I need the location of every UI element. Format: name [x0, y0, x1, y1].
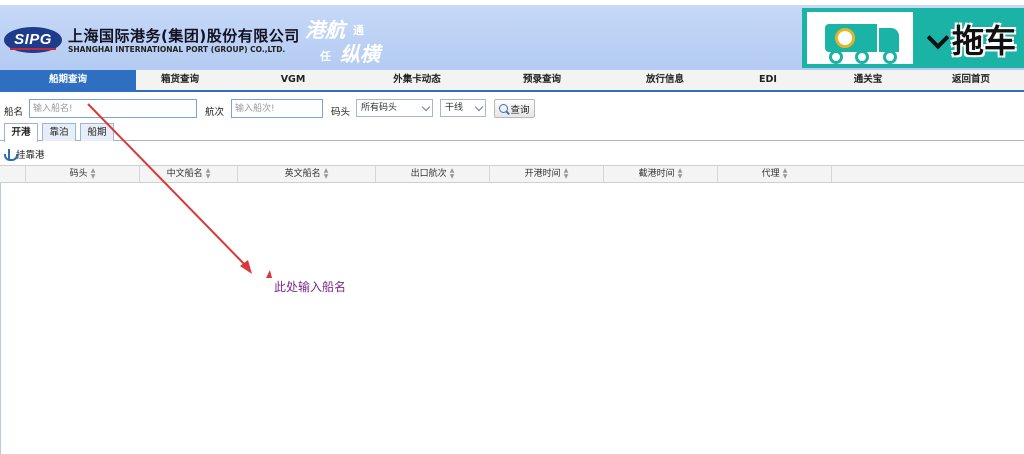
header-top-strip	[0, 0, 1024, 5]
ship-name-label: 船名	[4, 107, 24, 118]
site-header: SIPG 上海国际港务(集团)股份有限公司 SHANGHAI INTERNATI…	[0, 0, 1024, 70]
nav-item-prerecord[interactable]: 预录查询	[472, 70, 612, 90]
column-label: 码头	[69, 169, 88, 179]
anchor-icon	[4, 148, 18, 161]
banner-text: 拖车	[952, 22, 1017, 60]
line-select-value: 干线	[445, 103, 464, 113]
slogan-part-1: 港航	[305, 18, 345, 42]
slogan-part-3: 任	[320, 50, 331, 63]
main-nav: 船期查询 箱货查询 VGM 外集卡动态 预录查询 放行信息 EDI 通关宝 返回…	[0, 70, 1024, 92]
nav-item-home[interactable]: 返回首页	[918, 70, 1024, 90]
nav-item-schedule[interactable]: 船期查询	[0, 70, 136, 90]
grid-body	[0, 183, 1024, 454]
sipg-logo[interactable]: SIPG	[4, 27, 62, 53]
grid-column-terminal[interactable]: 码头 ▲ ▼	[26, 166, 140, 183]
truck-illustration	[807, 12, 913, 64]
grid-header: 码头 ▲ ▼ 中文船名 ▲ ▼ 英文船名 ▲ ▼ 出口航次 ▲ ▼ 开港时间 ▲ ▼ 截港时间 ▲ ▼ …	[0, 165, 1024, 183]
column-label: 中文船名	[166, 169, 203, 179]
slogan-part-2: 通	[353, 24, 364, 37]
company-name-en: SHANGHAI INTERNATIONAL PORT (GROUP) CO.,…	[68, 45, 286, 54]
sort-icon: ▲ ▼	[90, 166, 96, 180]
grid-column-rownum	[0, 166, 26, 183]
sort-icon: ▲ ▼	[323, 166, 329, 180]
truck-wheel-icon	[855, 50, 869, 64]
sort-icon: ▲ ▼	[677, 166, 683, 180]
tab-strip: 开港 靠泊 船期	[0, 123, 1024, 142]
nav-item-cargo[interactable]: 箱货查询	[136, 70, 224, 90]
terminal-select[interactable]: 所有码头	[356, 99, 433, 117]
sort-icon: ▲ ▼	[205, 166, 211, 180]
grid-column-en-ship[interactable]: 英文船名 ▲ ▼	[238, 166, 376, 183]
search-bar: 船名 航次 码头 所有码头 干线 查询	[0, 96, 1024, 122]
terminal-label: 码头	[331, 107, 351, 118]
truck-logo-icon	[835, 28, 855, 48]
chevron-down-icon	[421, 102, 431, 112]
grid-column-agent[interactable]: 代理 ▲ ▼	[718, 166, 832, 183]
column-label: 截港时间	[638, 169, 675, 179]
column-label: 开港时间	[524, 169, 561, 179]
grid-column-export-voyage[interactable]: 出口航次 ▲ ▼	[376, 166, 490, 183]
truck-wheel-icon	[829, 50, 843, 64]
voyage-input[interactable]	[231, 99, 323, 118]
sort-icon: ▲ ▼	[782, 166, 788, 180]
sort-icon: ▲ ▼	[449, 166, 455, 180]
page: SIPG 上海国际港务(集团)股份有限公司 SHANGHAI INTERNATI…	[0, 0, 1024, 454]
terminal-select-value: 所有码头	[361, 103, 398, 113]
slogan-part-4: 纵横	[340, 42, 380, 66]
nav-item-vgm[interactable]: VGM	[224, 70, 362, 90]
truck-ad-banner[interactable]: 拖车	[802, 8, 1024, 68]
query-button[interactable]: 查询	[494, 99, 535, 118]
grid-column-cutoff-time[interactable]: 截港时间 ▲ ▼	[604, 166, 718, 183]
grid-column-open-time[interactable]: 开港时间 ▲ ▼	[490, 166, 604, 183]
truck-wheel-icon	[883, 50, 897, 64]
ship-name-input[interactable]	[29, 99, 197, 118]
company-name-cn: 上海国际港务(集团)股份有限公司	[68, 27, 300, 45]
port-of-call-label: 挂靠港	[16, 150, 45, 161]
tab-schedule[interactable]: 船期	[80, 123, 114, 141]
column-label: 出口航次	[410, 169, 447, 179]
voyage-label: 航次	[205, 107, 225, 118]
truck-cab-shape	[879, 28, 899, 52]
chevron-down-icon	[474, 102, 484, 112]
nav-item-truck[interactable]: 外集卡动态	[362, 70, 472, 90]
column-label: 英文船名	[284, 169, 321, 179]
query-button-label: 查询	[510, 104, 530, 116]
tab-berthing[interactable]: 靠泊	[42, 123, 76, 141]
nav-item-customs[interactable]: 通关宝	[818, 70, 918, 90]
nav-item-release[interactable]: 放行信息	[612, 70, 718, 90]
port-of-call-toolbar[interactable]: 挂靠港	[4, 145, 1024, 163]
grid-column-cn-ship[interactable]: 中文船名 ▲ ▼	[140, 166, 238, 183]
line-select[interactable]: 干线	[440, 99, 486, 117]
annotation-text: 此处输入船名	[274, 280, 347, 294]
tab-open-port[interactable]: 开港	[4, 123, 38, 142]
column-label: 代理	[761, 169, 780, 179]
nav-item-edi[interactable]: EDI	[718, 70, 818, 90]
chevron-right-icon	[926, 26, 950, 50]
sort-icon: ▲ ▼	[563, 166, 569, 180]
search-icon	[499, 104, 509, 113]
